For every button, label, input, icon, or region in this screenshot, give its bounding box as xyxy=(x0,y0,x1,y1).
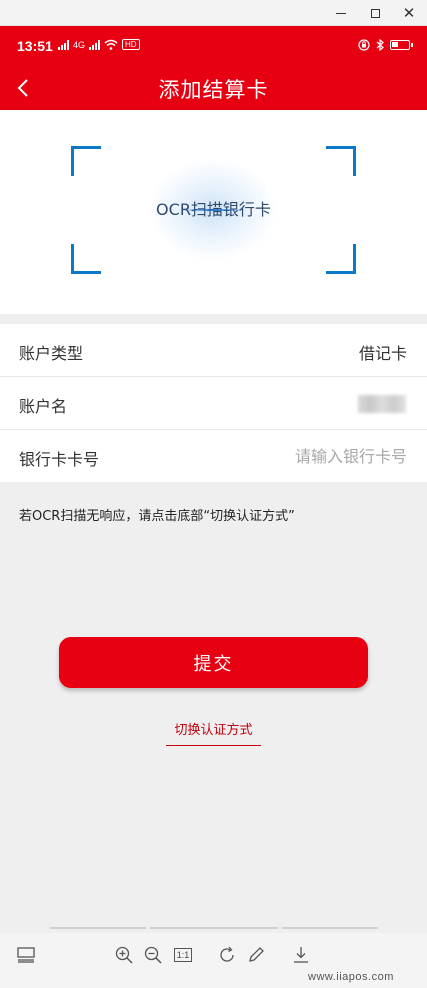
app-header: 13:51 4G HD 添加结算卡 xyxy=(0,26,427,110)
account-type-label: 账户类型 xyxy=(19,344,84,363)
zoom-out-icon xyxy=(144,946,162,964)
wifi-icon xyxy=(104,39,118,50)
account-name-label: 账户名 xyxy=(19,397,68,416)
network-label: 4G xyxy=(73,39,86,50)
download-icon xyxy=(294,947,308,963)
zoom-in-button[interactable] xyxy=(113,944,135,966)
nav-bar: 添加结算卡 xyxy=(0,66,427,110)
account-type-row[interactable]: 账户类型 借记卡 xyxy=(0,324,427,377)
minimize-button[interactable] xyxy=(324,0,358,26)
layout-icon xyxy=(17,947,35,963)
submit-button[interactable]: 提交 xyxy=(59,637,368,688)
system-indicators xyxy=(358,39,413,51)
page-title: 添加结算卡 xyxy=(158,78,269,102)
minimize-icon xyxy=(336,12,346,14)
close-icon: ✕ xyxy=(402,4,416,22)
window-titlebar: ✕ xyxy=(0,0,427,26)
battery-icon xyxy=(390,40,413,50)
edit-button[interactable] xyxy=(245,944,267,966)
download-button[interactable] xyxy=(290,944,312,966)
network-indicators: 4G HD xyxy=(58,39,140,50)
scan-line xyxy=(180,209,246,211)
scan-frame-corner-bottom-left xyxy=(71,244,101,274)
location-icon xyxy=(358,39,370,51)
watermark: www.iiapos.com xyxy=(308,971,394,983)
account-type-value: 借记卡 xyxy=(358,344,407,363)
maximize-button[interactable] xyxy=(358,0,392,26)
card-number-row[interactable]: 银行卡卡号 xyxy=(0,430,427,482)
actual-size-button[interactable]: 1:1 xyxy=(172,944,194,966)
bluetooth-icon xyxy=(376,39,384,51)
zoom-in-icon xyxy=(115,946,133,964)
signal-icon xyxy=(58,39,69,50)
scroll-indicator xyxy=(50,927,146,929)
edit-icon xyxy=(249,947,264,962)
scroll-indicator xyxy=(150,927,278,929)
zoom-out-button[interactable] xyxy=(142,944,164,966)
card-form: 账户类型 借记卡 账户名 银行卡卡号 xyxy=(0,324,427,482)
status-time: 13:51 xyxy=(17,38,53,54)
hd-label: HD xyxy=(122,39,140,50)
scan-frame-corner-top-left xyxy=(71,146,101,176)
scroll-indicator xyxy=(282,927,378,929)
close-button[interactable]: ✕ xyxy=(392,0,426,26)
rotate-icon xyxy=(220,946,234,962)
scan-frame-corner-top-right xyxy=(326,146,356,176)
account-name-value-blurred xyxy=(358,395,406,413)
ocr-scan-label: OCR扫描银行卡 xyxy=(156,200,271,219)
card-number-input[interactable] xyxy=(227,442,407,470)
scan-frame-corner-bottom-right xyxy=(326,244,356,274)
actual-size-icon: 1:1 xyxy=(173,948,193,962)
ocr-hint-text: 若OCR扫描无响应，请点击底部“切换认证方式” xyxy=(19,509,295,524)
rotate-button[interactable] xyxy=(216,944,238,966)
card-number-label: 银行卡卡号 xyxy=(19,450,100,469)
layout-button[interactable] xyxy=(15,944,37,966)
signal-icon-2 xyxy=(89,39,101,50)
maximize-icon xyxy=(370,8,380,18)
switch-auth-method-link[interactable]: 切换认证方式 xyxy=(166,717,261,746)
account-name-row: 账户名 xyxy=(0,377,427,430)
status-bar: 13:51 4G HD xyxy=(0,26,427,66)
ocr-scanner[interactable]: OCR扫描银行卡 xyxy=(0,110,427,314)
